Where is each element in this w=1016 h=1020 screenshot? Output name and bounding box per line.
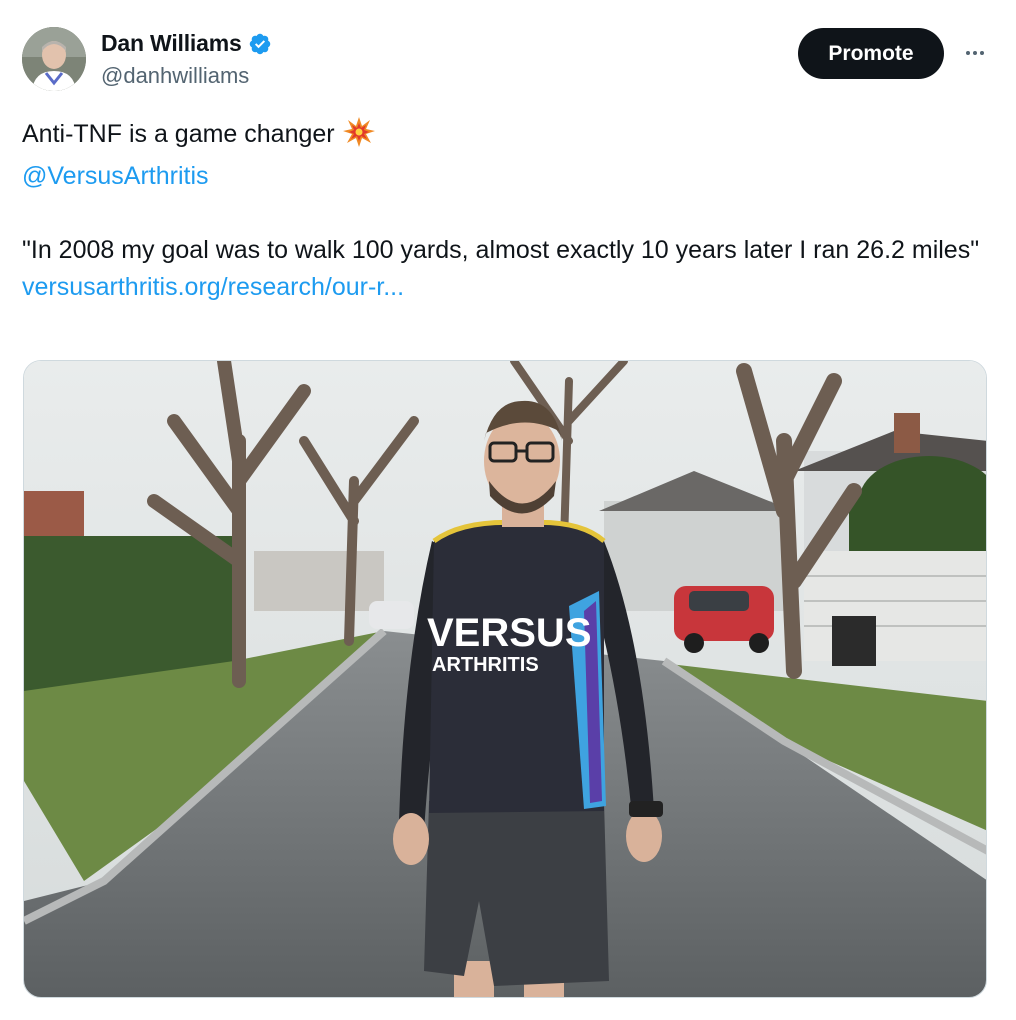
tweet-media-image[interactable]: VERSUS ARTHRITIS bbox=[23, 360, 987, 998]
author-name-row[interactable]: Dan Williams bbox=[101, 30, 272, 57]
author-handle[interactable]: @danhwilliams bbox=[101, 63, 249, 89]
photo-runner-on-street: VERSUS ARTHRITIS bbox=[24, 361, 986, 997]
tweet-line-1: Anti-TNF is a game changer bbox=[22, 116, 982, 158]
avatar[interactable] bbox=[22, 27, 86, 91]
mention-link[interactable]: @VersusArthritis bbox=[22, 158, 982, 195]
verified-badge-icon bbox=[249, 33, 270, 54]
more-dot bbox=[980, 51, 984, 55]
external-link[interactable]: versusarthritis.org/research/our-r... bbox=[22, 269, 982, 306]
more-dot bbox=[973, 51, 977, 55]
collision-emoji-icon bbox=[342, 117, 375, 158]
avatar-photo-icon bbox=[22, 27, 86, 91]
shirt-text-line-1: VERSUS bbox=[427, 611, 592, 655]
more-dot bbox=[966, 51, 970, 55]
shirt-text-line-2: ARTHRITIS bbox=[432, 654, 539, 676]
display-name[interactable]: Dan Williams bbox=[101, 30, 242, 57]
tweet-quote: "In 2008 my goal was to walk 100 yards, … bbox=[22, 236, 980, 264]
promote-button[interactable]: Promote bbox=[798, 28, 944, 79]
more-icon[interactable] bbox=[960, 38, 990, 68]
tweet-text: Anti-TNF is a game changer @VersusArthri… bbox=[22, 116, 982, 306]
tweet-line-1-text: Anti-TNF is a game changer bbox=[22, 120, 335, 148]
